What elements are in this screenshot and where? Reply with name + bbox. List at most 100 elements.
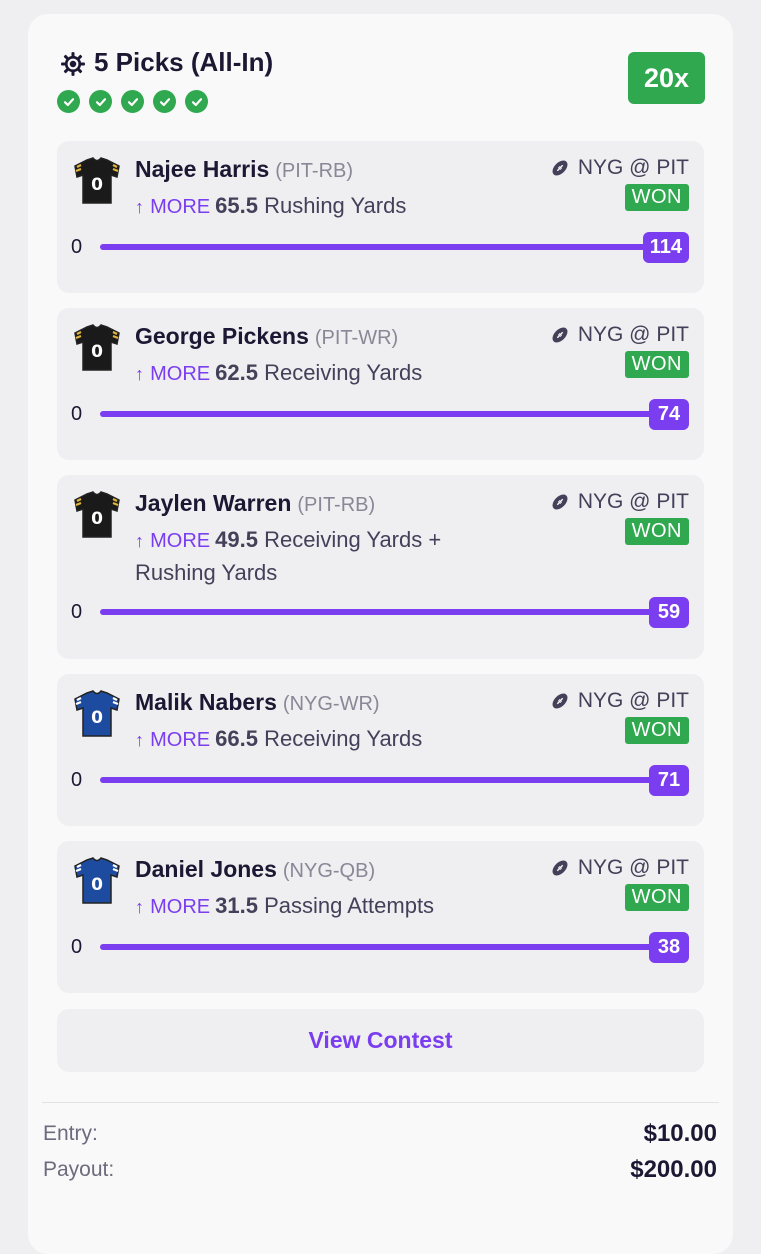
view-contest-button[interactable]: View Contest: [57, 1009, 704, 1072]
football-icon: [550, 325, 570, 345]
arrow-up-icon: ↑: [135, 730, 144, 750]
jersey-icon: 0: [71, 688, 123, 740]
jersey-icon: 0: [71, 855, 123, 907]
jersey-icon: 0: [71, 155, 123, 207]
result-badge: WON: [624, 351, 689, 378]
player-name: Daniel Jones (NYG-QB): [135, 856, 375, 883]
pick-line-value: 66.5: [215, 726, 258, 751]
pick-card[interactable]: 0 Najee Harris (PIT-RB) ↑ MORE 65.5 Rushing …: [57, 141, 704, 293]
arrow-up-icon: ↑: [135, 897, 144, 917]
jersey-icon: 0: [71, 322, 123, 374]
progress-bar: [100, 944, 674, 950]
check-icon: [57, 90, 80, 113]
game-text: NYG @ PIT: [577, 323, 689, 346]
game-matchup: NYG @ PIT: [550, 856, 689, 880]
player-name: Najee Harris (PIT-RB): [135, 156, 353, 183]
pick-direction: MORE: [150, 530, 211, 552]
pick-line: ↑ MORE 66.5 Receiving Yards: [135, 723, 495, 756]
player-name-text: Malik Nabers: [135, 689, 277, 715]
actual-value-badge: 114: [642, 232, 689, 263]
progress-bar: [100, 609, 674, 615]
divider: [42, 1102, 719, 1103]
svg-text:0: 0: [91, 175, 103, 195]
game-matchup: NYG @ PIT: [550, 689, 689, 713]
progress-bar: [100, 411, 674, 417]
game-text: NYG @ PIT: [577, 156, 689, 179]
svg-text:0: 0: [91, 509, 103, 529]
pick-line: ↑ MORE 49.5 Receiving Yards + Rushing Yar…: [135, 524, 495, 589]
actual-value-badge: 74: [649, 399, 689, 430]
entry-title: 5 Picks (All-In): [94, 47, 274, 77]
game-matchup: NYG @ PIT: [550, 490, 689, 514]
pick-card[interactable]: 0 Malik Nabers (NYG-WR) ↑ MORE 66.5 Receivin…: [57, 674, 704, 826]
pick-direction: MORE: [150, 196, 211, 218]
result-badge: WON: [624, 518, 689, 545]
actual-value-badge: 59: [649, 597, 689, 628]
player-position: (PIT-RB): [275, 160, 354, 182]
pick-direction: MORE: [150, 896, 211, 918]
check-icon: [185, 90, 208, 113]
pick-direction: MORE: [150, 729, 211, 751]
payout-multiplier-badge: 20x: [628, 52, 705, 104]
svg-text:0: 0: [91, 342, 103, 362]
player-position: (NYG-WR): [282, 693, 380, 715]
progress-min-label: 0: [71, 236, 83, 258]
pick-line-value: 31.5: [215, 893, 258, 918]
pick-card[interactable]: 0 Daniel Jones (NYG-QB) ↑ MORE 31.5 Passing …: [57, 841, 704, 993]
check-icon: [153, 90, 176, 113]
football-icon: [550, 858, 570, 878]
actual-value-badge: 38: [649, 932, 689, 963]
gear-icon: [61, 52, 85, 76]
pick-stat: Receiving Yards: [264, 360, 423, 385]
svg-text:0: 0: [91, 708, 103, 728]
player-name-text: Najee Harris: [135, 156, 270, 182]
pick-line: ↑ MORE 31.5 Passing Attempts: [135, 890, 495, 923]
check-icon: [121, 90, 144, 113]
progress-min-label: 0: [71, 601, 83, 623]
progress-min-label: 0: [71, 769, 83, 791]
progress-min-label: 0: [71, 936, 83, 958]
player-name-text: Jaylen Warren: [135, 490, 292, 516]
result-badge: WON: [624, 184, 689, 211]
pick-line-value: 62.5: [215, 360, 258, 385]
progress-bar: [100, 777, 674, 783]
entry-value: $10.00: [643, 1120, 717, 1147]
game-text: NYG @ PIT: [577, 856, 689, 879]
entry-card: 5 Picks (All-In) 20x 0 Najee Harris (PIT-R…: [28, 14, 733, 1254]
entry-header: 5 Picks (All-In) 20x: [28, 14, 733, 139]
game-matchup: NYG @ PIT: [550, 156, 689, 180]
player-name-text: Daniel Jones: [135, 856, 277, 882]
pick-line-value: 65.5: [215, 193, 258, 218]
player-position: (PIT-WR): [314, 327, 399, 349]
pick-card[interactable]: 0 George Pickens (PIT-WR) ↑ MORE 62.5 Receiv…: [57, 308, 704, 460]
pick-line: ↑ MORE 65.5 Rushing Yards: [135, 190, 495, 223]
pick-direction: MORE: [150, 363, 211, 385]
progress-min-label: 0: [71, 403, 83, 425]
pick-line: ↑ MORE 62.5 Receiving Yards: [135, 357, 495, 390]
player-name-text: George Pickens: [135, 323, 309, 349]
result-badge: WON: [624, 884, 689, 911]
check-icon: [89, 90, 112, 113]
result-badge: WON: [624, 717, 689, 744]
football-icon: [550, 158, 570, 178]
player-position: (PIT-RB): [297, 494, 376, 516]
pick-stat: Rushing Yards: [264, 193, 407, 218]
pick-card[interactable]: 0 Jaylen Warren (PIT-RB) ↑ MORE 49.5 Receivi…: [57, 475, 704, 659]
jersey-icon: 0: [71, 489, 123, 541]
pick-stat: Passing Attempts: [264, 893, 435, 918]
arrow-up-icon: ↑: [135, 364, 144, 384]
arrow-up-icon: ↑: [135, 531, 144, 551]
pick-stat: Receiving Yards: [264, 726, 423, 751]
game-text: NYG @ PIT: [577, 490, 689, 513]
arrow-up-icon: ↑: [135, 197, 144, 217]
player-name: Jaylen Warren (PIT-RB): [135, 490, 375, 517]
player-name: Malik Nabers (NYG-WR): [135, 689, 380, 716]
game-text: NYG @ PIT: [577, 689, 689, 712]
football-icon: [550, 691, 570, 711]
pick-line-value: 49.5: [215, 527, 258, 552]
payout-label: Payout:: [43, 1158, 115, 1181]
game-matchup: NYG @ PIT: [550, 323, 689, 347]
actual-value-badge: 71: [649, 765, 689, 796]
player-name: George Pickens (PIT-WR): [135, 323, 398, 350]
player-position: (NYG-QB): [282, 860, 376, 882]
